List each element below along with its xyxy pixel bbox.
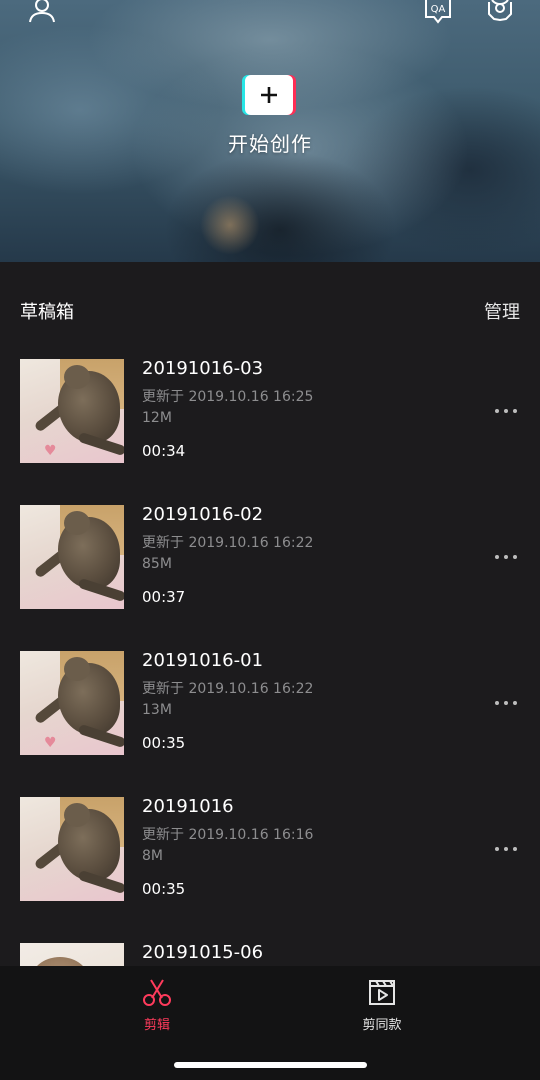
draft-thumbnail[interactable]	[20, 505, 124, 609]
manage-button[interactable]: 管理	[484, 298, 520, 324]
scissors-icon	[143, 979, 171, 1006]
draft-duration: 00:35	[142, 880, 186, 898]
tab-template-label: 剪同款	[362, 1018, 402, 1033]
hero-banner: QA 开始创作	[0, 0, 540, 262]
draft-size: 8M	[142, 848, 163, 864]
draft-name: 20191016-01	[142, 650, 264, 671]
draft-thumbnail[interactable]: ♥	[20, 651, 124, 755]
draft-item[interactable]: ♥ 20191016-01 更新于 2019.10.16 16:22 13M 0…	[0, 650, 540, 757]
draft-duration: 00:34	[142, 442, 186, 460]
draft-duration: 00:35	[142, 734, 186, 752]
draft-name: 20191015-06	[142, 942, 264, 963]
tab-edit-label: 剪辑	[143, 1018, 170, 1033]
tab-template[interactable]: 剪同款	[342, 978, 422, 1038]
draft-name: 20191016-02	[142, 504, 264, 525]
create-label[interactable]: 开始创作	[0, 128, 540, 157]
bottom-tab-bar: 剪辑 剪同款	[0, 966, 540, 1080]
more-icon[interactable]	[494, 839, 518, 859]
draft-thumbnail[interactable]: ♥	[20, 359, 124, 463]
clapperboard-icon	[369, 980, 395, 1005]
draft-duration: 00:37	[142, 588, 186, 606]
tab-edit[interactable]: 剪辑	[117, 978, 197, 1038]
qa-icon[interactable]: QA	[424, 0, 452, 24]
draft-updated-time: 更新于 2019.10.16 16:16	[142, 827, 314, 843]
draft-size: 85M	[142, 556, 172, 572]
more-icon[interactable]	[494, 693, 518, 713]
qa-icon-text: QA	[431, 4, 446, 15]
draft-updated-time: 更新于 2019.10.16 16:25	[142, 389, 314, 405]
plus-icon	[261, 87, 277, 103]
draft-updated-time: 更新于 2019.10.16 16:22	[142, 681, 314, 697]
gear-icon[interactable]	[486, 0, 514, 24]
more-icon[interactable]	[494, 401, 518, 421]
drafts-title: 草稿箱	[20, 302, 74, 323]
user-icon[interactable]	[28, 0, 56, 24]
draft-item[interactable]: ♥ 20191016-03 更新于 2019.10.16 16:25 12M 0…	[0, 358, 540, 465]
hero-background-glow	[200, 195, 260, 255]
draft-item[interactable]: 20191016 更新于 2019.10.16 16:16 8M 00:35	[0, 796, 540, 903]
draft-name: 20191016-03	[142, 358, 264, 379]
draft-thumbnail[interactable]	[20, 797, 124, 901]
more-icon[interactable]	[494, 547, 518, 567]
draft-updated-time: 更新于 2019.10.16 16:22	[142, 535, 314, 551]
draft-size: 12M	[142, 410, 172, 426]
draft-size: 13M	[142, 702, 172, 718]
create-button[interactable]	[245, 75, 293, 115]
draft-name: 20191016	[142, 796, 234, 817]
draft-item[interactable]: 20191016-02 更新于 2019.10.16 16:22 85M 00:…	[0, 504, 540, 611]
home-indicator	[174, 1062, 367, 1068]
